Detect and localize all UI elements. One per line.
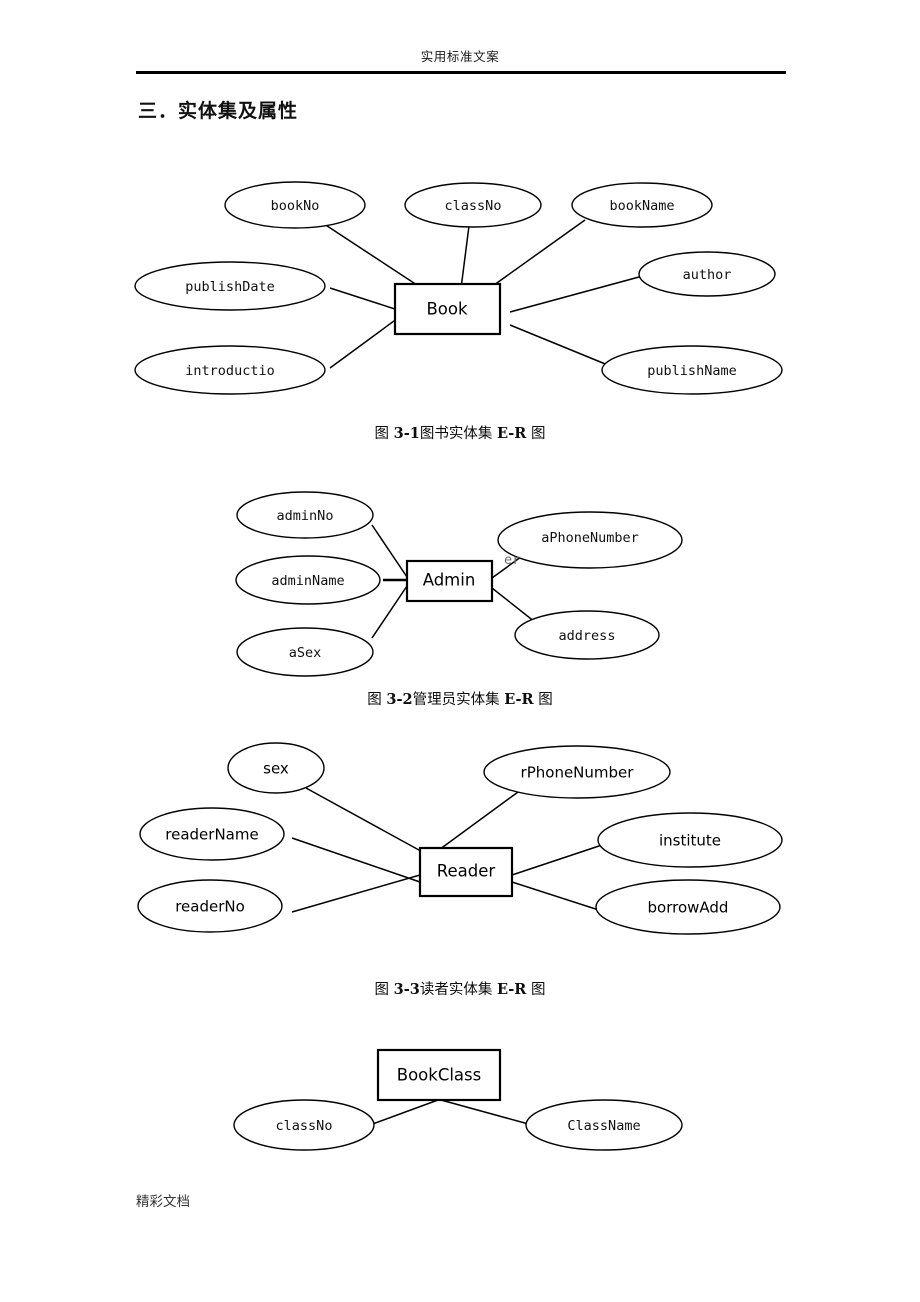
er-diagram-reader: sex rPhoneNumber readerName readerNo ins… xyxy=(137,730,800,945)
caption-number-3-1: 3-1 xyxy=(393,425,420,442)
caption-suffix-3-1: 图 xyxy=(526,426,546,442)
caption-body-3-2: 管理员实体集 xyxy=(412,692,505,708)
figure-caption-3-1: 图 3-1图书实体集 E-R 图 xyxy=(0,422,920,443)
header-title: 实用标准文案 xyxy=(420,49,500,64)
edge-author-book xyxy=(509,273,651,313)
entity-label-reader: Reader xyxy=(437,862,496,881)
attribute-label-publishdate: publishDate xyxy=(185,279,274,295)
caption-body-3-3: 读者实体集 xyxy=(419,982,497,998)
attribute-label-rphonenumber: rPhoneNumber xyxy=(521,764,635,782)
attribute-label-address: address xyxy=(559,628,616,644)
entity-label-admin: Admin xyxy=(423,571,476,590)
attribute-label-institute: institute xyxy=(659,832,721,850)
caption-number-3-3: 3-3 xyxy=(393,981,420,998)
figure-caption-3-3: 图 3-3读者实体集 E-R 图 xyxy=(0,978,920,999)
edge-classname-bookclass xyxy=(440,1099,533,1126)
caption-number-3-2: 3-2 xyxy=(386,691,413,708)
er-diagram-bookclass: BookClass classNo ClassName xyxy=(220,1040,700,1160)
er-diagram-admin: adminNo adminName aSex aPhoneNumber er a… xyxy=(220,480,720,677)
edge-asex-admin xyxy=(371,585,408,639)
caption-suffix-3-3: 图 xyxy=(526,982,546,998)
document-page: 实用标准文案 三．实体集及属性 bookNo classNo bookName … xyxy=(0,0,920,1302)
caption-er-3-1: E-R xyxy=(496,425,527,442)
edge-rphonenumber-reader xyxy=(431,791,519,856)
entity-label-bookclass: BookClass xyxy=(397,1066,481,1085)
figure-caption-3-2: 图 3-2管理员实体集 E-R 图 xyxy=(0,688,920,709)
attribute-label-classname: ClassName xyxy=(567,1118,640,1134)
er-diagram-book: bookNo classNo bookName publishDate auth… xyxy=(130,170,790,410)
edge-publishdate-book xyxy=(329,287,399,311)
attribute-label-readerno: readerNo xyxy=(175,898,245,916)
edge-adminno-admin xyxy=(371,524,408,578)
attribute-label-adminno: adminNo xyxy=(277,508,334,524)
attribute-label-borrowadd: borrowAdd xyxy=(648,899,729,917)
caption-prefix-3-3: 图 xyxy=(374,982,394,998)
page-header: 实用标准文案 xyxy=(0,46,920,66)
edge-borrowadd-reader xyxy=(511,881,609,914)
page-footer: 精彩文档 xyxy=(136,1194,190,1210)
header-divider xyxy=(136,71,786,74)
attribute-label-sex: sex xyxy=(263,760,289,778)
attribute-label-aphonenumber-overflow: er xyxy=(504,552,520,568)
edge-sex-reader xyxy=(305,787,429,856)
attribute-label-author: author xyxy=(683,267,732,283)
edge-publishname-book xyxy=(509,324,621,371)
caption-prefix-3-1: 图 xyxy=(374,426,394,442)
caption-suffix-3-2: 图 xyxy=(533,692,553,708)
attribute-label-introductio: introductio xyxy=(185,363,274,379)
attribute-label-bookname: bookName xyxy=(609,198,674,214)
caption-er-3-2: E-R xyxy=(504,691,534,708)
attribute-label-adminname: adminName xyxy=(271,573,344,589)
edge-readerno-reader xyxy=(291,874,421,913)
caption-prefix-3-2: 图 xyxy=(367,692,387,708)
attribute-label-classno: classNo xyxy=(445,198,502,214)
edge-classno-bookclass xyxy=(369,1099,439,1126)
attribute-label-classno: classNo xyxy=(276,1118,333,1134)
attribute-label-readername: readerName xyxy=(165,826,258,844)
section-heading: 三．实体集及属性 xyxy=(138,100,299,122)
edge-institute-reader xyxy=(511,842,609,876)
caption-body-3-1: 图书实体集 xyxy=(419,426,497,442)
attribute-label-aphonenumber: aPhoneNumber xyxy=(541,530,639,546)
attribute-label-bookno: bookNo xyxy=(271,198,320,214)
edge-readername-reader xyxy=(291,837,421,883)
caption-er-3-3: E-R xyxy=(496,981,527,998)
entity-label-book: Book xyxy=(426,300,468,319)
attribute-label-publishname: publishName xyxy=(647,363,736,379)
edge-introductio-book xyxy=(329,317,399,369)
attribute-label-asex: aSex xyxy=(289,645,322,661)
